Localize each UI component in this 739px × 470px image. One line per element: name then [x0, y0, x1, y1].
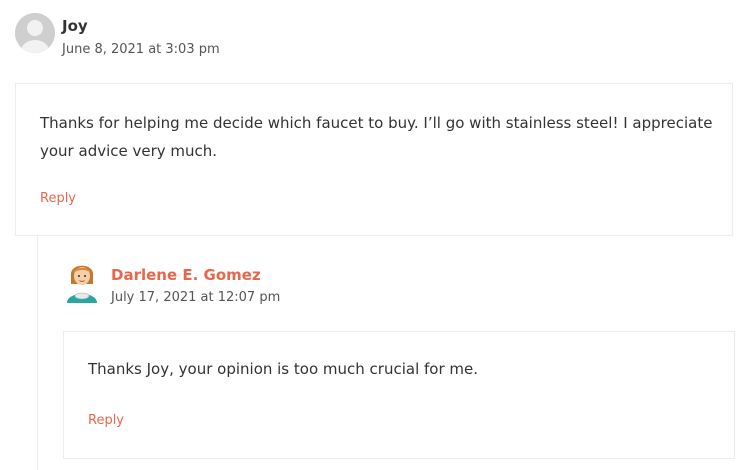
reply-link[interactable]: Reply [40, 191, 76, 206]
comment-body-box [63, 331, 735, 459]
comment-author: Joy [62, 17, 88, 35]
comment-text: Thanks for helping me decide which fauce… [40, 114, 713, 160]
comment-author-link[interactable]: Darlene E. Gomez [111, 266, 261, 284]
reply-link[interactable]: Reply [88, 413, 124, 428]
comment-date[interactable]: June 8, 2021 at 3:03 pm [62, 42, 220, 57]
thread-divider [37, 236, 38, 470]
default-avatar-icon [15, 13, 55, 53]
comment-date[interactable]: July 17, 2021 at 12:07 pm [111, 290, 280, 305]
cartoon-woman-avatar-icon [62, 259, 102, 305]
comment-text: Thanks Joy, your opinion is too much cru… [88, 360, 478, 378]
